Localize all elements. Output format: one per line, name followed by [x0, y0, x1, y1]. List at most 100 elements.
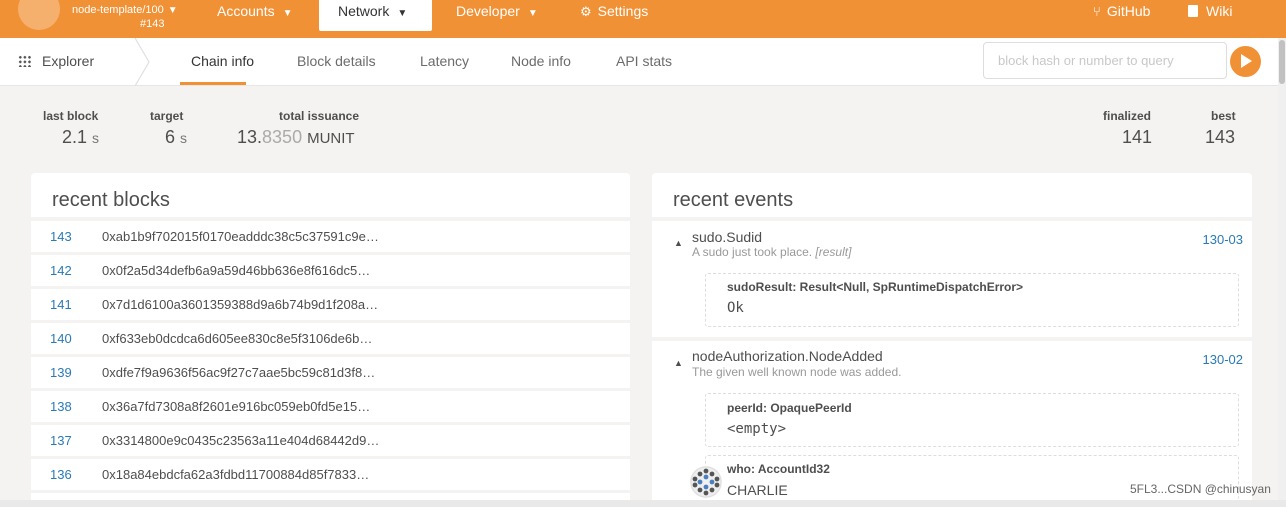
- nav-github[interactable]: ⑂ GitHub: [1093, 3, 1150, 19]
- block-row: 140 0xf633eb0dcdca6d605ee830c8e5f3106de6…: [31, 323, 630, 354]
- block-number-link[interactable]: 141: [50, 297, 72, 312]
- block-row: 136 0x18a84ebdcfa62a3fdbd11700884d85f783…: [31, 459, 630, 490]
- event-description-text: A sudo just took place.: [692, 245, 813, 259]
- total-issuance-label: total issuance: [279, 109, 360, 123]
- param-value: Ok: [727, 300, 744, 316]
- block-number-link[interactable]: 139: [50, 365, 72, 380]
- block-number-link[interactable]: 143: [50, 229, 72, 244]
- tab-block-details[interactable]: Block details: [297, 53, 376, 69]
- nav-accounts-label: Accounts: [217, 3, 275, 19]
- nav-wiki-label: Wiki: [1206, 3, 1233, 19]
- block-number-link[interactable]: 140: [50, 331, 72, 346]
- scrollbar-thumb[interactable]: [1279, 40, 1285, 84]
- target-value: 6s: [165, 127, 187, 148]
- block-hash: 0x36a7fd7308a8f2601e916bc059eb0fd5e15…: [102, 399, 371, 414]
- block-hash: 0x7d1d6100a3601359388d9a6b74b9d1f208a…: [102, 297, 379, 312]
- nav-accounts[interactable]: Accounts ▼: [217, 3, 293, 19]
- last-block-label: last block: [43, 109, 99, 123]
- collapse-caret-icon[interactable]: ▲: [674, 358, 683, 368]
- block-number-link[interactable]: 137: [50, 433, 72, 448]
- caret-down-icon: ▼: [527, 8, 538, 19]
- event-item[interactable]: ▲ nodeAuthorization.NodeAdded The given …: [652, 341, 1252, 500]
- tab-node-info[interactable]: Node info: [511, 53, 571, 69]
- recent-events-title: recent events: [673, 189, 794, 211]
- query-go-button[interactable]: [1230, 46, 1261, 77]
- nav-settings[interactable]: ⚙ Settings: [580, 3, 648, 20]
- param-label: sudoResult: Result<Null, SpRuntimeDispat…: [727, 280, 1024, 294]
- event-param-box: sudoResult: Result<Null, SpRuntimeDispat…: [705, 273, 1239, 327]
- event-description-tag: [result]: [815, 245, 852, 259]
- play-icon: [1241, 54, 1252, 68]
- last-block-unit: s: [92, 130, 100, 146]
- nav-network-label: Network: [338, 3, 390, 19]
- nav-developer-label: Developer: [456, 3, 520, 19]
- breadcrumb-chevron-icon: [134, 38, 150, 86]
- nav-settings-label: Settings: [597, 3, 649, 19]
- chain-logo[interactable]: [18, 0, 60, 30]
- finalized-label: finalized: [1103, 109, 1152, 123]
- nav-network[interactable]: Network ▼: [319, 0, 432, 31]
- tab-chain-info[interactable]: Chain info: [191, 53, 254, 69]
- event-item[interactable]: ▲ sudo.Sudid A sudo just took place. [re…: [652, 221, 1252, 337]
- caret-down-icon: ▼: [397, 8, 408, 19]
- caret-down-icon: ▼: [282, 8, 293, 19]
- param-label: who: AccountId32: [727, 462, 830, 476]
- block-hash: 0xf633eb0dcdca6d605ee830c8e5f3106de6b…: [102, 331, 373, 346]
- active-tab-indicator: [180, 82, 246, 85]
- block-row-partial: [31, 493, 630, 500]
- nav-github-label: GitHub: [1106, 3, 1151, 19]
- block-number-link[interactable]: 136: [50, 467, 72, 482]
- identicon-icon: [690, 466, 722, 498]
- page-scrollbar[interactable]: [1278, 38, 1286, 507]
- nav-developer[interactable]: Developer ▼: [456, 3, 538, 19]
- collapse-caret-icon[interactable]: ▲: [674, 238, 683, 248]
- total-issuance-value: 13.8350 MUNIT: [237, 127, 355, 148]
- event-id-link[interactable]: 130-03: [1203, 232, 1243, 247]
- event-param-box: peerId: OpaquePeerId <empty>: [705, 393, 1239, 447]
- tab-latency[interactable]: Latency: [420, 53, 469, 69]
- block-row: 138 0x36a7fd7308a8f2601e916bc059eb0fd5e1…: [31, 391, 630, 422]
- chain-name: node-template/100: [72, 4, 164, 16]
- target-label: target: [150, 109, 184, 123]
- block-query-input[interactable]: [983, 42, 1227, 79]
- grid-icon: [18, 55, 32, 67]
- last-block-number: 2.1: [62, 127, 88, 147]
- target-unit: s: [180, 130, 188, 146]
- block-hash: 0xab1b9f702015f0170eadddc38c5c37591c9e…: [102, 229, 379, 244]
- issuance-unit: MUNIT: [307, 130, 355, 147]
- block-hash: 0x3314800e9c0435c23563a11e404d68442d9…: [102, 433, 380, 448]
- block-hash: 0x18a84ebdcfa62a3fdbd11700884d85f7833…: [102, 467, 370, 482]
- issuance-integer: 13.: [237, 127, 263, 147]
- block-number-link[interactable]: 138: [50, 399, 72, 414]
- best-value: 143: [1205, 127, 1236, 147]
- explorer-label: Explorer: [42, 53, 95, 69]
- chain-selector[interactable]: node-template/100 ▼: [72, 4, 178, 16]
- nav-wiki[interactable]: Wiki: [1188, 3, 1232, 19]
- block-row: 137 0x3314800e9c0435c23563a11e404d68442d…: [31, 425, 630, 456]
- caret-down-icon: ▼: [167, 5, 178, 16]
- target-number: 6: [165, 127, 176, 147]
- best-label: best: [1211, 109, 1236, 123]
- explorer-subnav: Explorer Chain info Block details Latenc…: [0, 38, 1286, 86]
- event-name: sudo.Sudid: [692, 229, 763, 245]
- param-label: peerId: OpaquePeerId: [727, 401, 852, 415]
- block-row: 139 0xdfe7f9a9636f56ac9f27c7aae5bc59c81d…: [31, 357, 630, 388]
- issuance-fraction: 8350: [262, 127, 303, 147]
- recent-events-header: recent events: [652, 173, 1252, 217]
- param-value: <empty>: [727, 421, 787, 437]
- event-name: nodeAuthorization.NodeAdded: [692, 348, 883, 364]
- watermark-text: 5FL3...CSDN @chinusyan: [1130, 482, 1271, 496]
- event-id-link[interactable]: 130-02: [1203, 352, 1243, 367]
- book-icon: [1188, 5, 1198, 17]
- last-block-value: 2.1 s: [62, 127, 99, 148]
- identicon-avatar[interactable]: [690, 466, 722, 498]
- block-row: 142 0x0f2a5d34defb6a9a59d46bb636e8f616dc…: [31, 255, 630, 286]
- tab-api-stats[interactable]: API stats: [616, 53, 672, 69]
- block-number-link[interactable]: 142: [50, 263, 72, 278]
- explorer-section[interactable]: Explorer: [18, 53, 94, 69]
- block-hash: 0x0f2a5d34defb6a9a59d46bb636e8f616dc5…: [102, 263, 371, 278]
- recent-blocks-title: recent blocks: [52, 189, 170, 211]
- param-value: CHARLIE: [727, 482, 788, 498]
- finalized-value: 141: [1122, 127, 1153, 147]
- chain-block-number: #143: [140, 18, 165, 30]
